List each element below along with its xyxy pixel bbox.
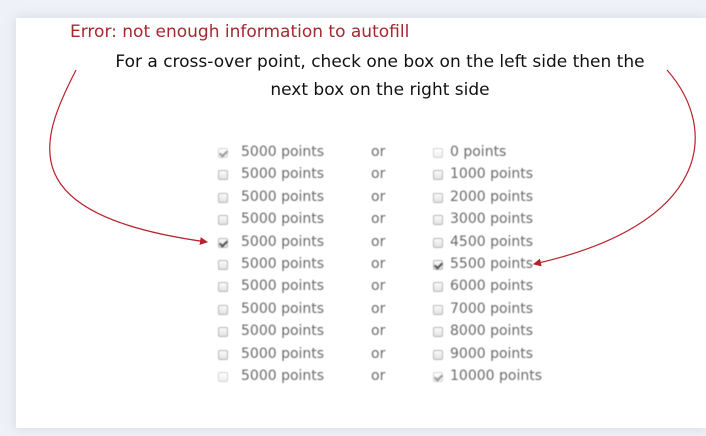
annotation-arrows [49, 69, 696, 267]
right-arrow [533, 69, 696, 267]
left-arrow [49, 69, 208, 246]
